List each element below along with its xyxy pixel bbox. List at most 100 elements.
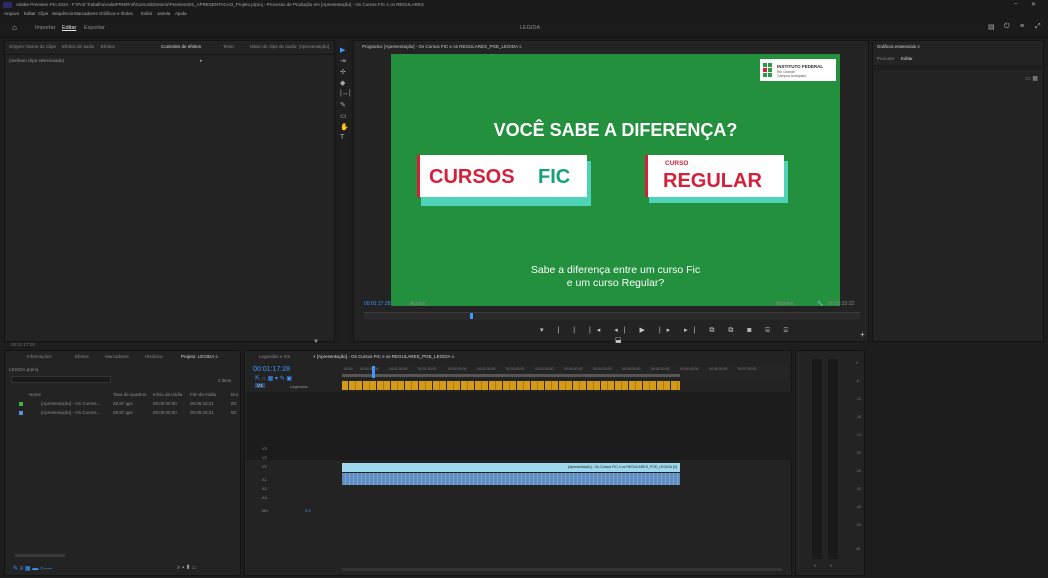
menu-marcadores[interactable]: Marcadores: [74, 11, 98, 16]
tab-controles-efeitos[interactable]: Controles de efeitos: [161, 44, 201, 49]
menu-editar[interactable]: Editar: [24, 11, 36, 16]
caption-track-clips[interactable]: [342, 381, 680, 390]
tab-marcadores[interactable]: Marcadores: [105, 354, 129, 359]
track-a3-header[interactable]: A3: [262, 495, 267, 500]
tab-procurar[interactable]: Procurar: [877, 56, 894, 61]
project-item-name[interactable]: [Apresentação] - Os Cursos...: [41, 401, 109, 406]
tab-importar[interactable]: Importar: [35, 25, 55, 31]
expand-arrow-icon[interactable]: ▸: [200, 58, 203, 64]
program-timecode[interactable]: 00:01:17:28: [364, 301, 390, 307]
audio-meters: 0 -6 -12 -18 -24 -30 -36 -42 -48 -54 dB …: [795, 350, 865, 576]
add-button-icon[interactable]: +: [860, 330, 865, 339]
menu-arquivo[interactable]: Arquivo: [4, 11, 19, 16]
tab-texto[interactable]: Texto: [223, 44, 234, 49]
menu-ajuda[interactable]: Ajuda: [175, 11, 187, 16]
fit-dropdown[interactable]: Ajustar: [410, 301, 426, 307]
track-v1-target[interactable]: V1: [255, 383, 265, 388]
sequence-audio-clip[interactable]: [342, 473, 680, 485]
col-dur[interactable]: Dur: [231, 392, 238, 397]
premiere-logo-icon: [3, 2, 12, 8]
rectangle-tool-icon[interactable]: ▭: [340, 112, 347, 120]
instituto-federal-logo: INSTITUTO FEDERAL Rio Grande Campus Avan…: [760, 59, 836, 81]
menu-clipe[interactable]: Clipe: [38, 11, 48, 16]
tab-efeitos-audio[interactable]: Efeitos de áudio: [62, 44, 94, 49]
tab-sequence[interactable]: × [Apresentação] - Os Cursos FIC e os RE…: [313, 354, 463, 359]
project-item-name[interactable]: [Apresentação] - Os Cursos...: [41, 410, 109, 415]
quick-export-icon[interactable]: ⏻: [1004, 23, 1010, 31]
card-fic-word1: CURSOS: [429, 166, 515, 188]
tab-efeitos-proj[interactable]: Efeitos: [75, 354, 89, 359]
track-a2-header[interactable]: A2: [262, 486, 267, 491]
tab-efeitos[interactable]: Efeitos: [101, 44, 115, 49]
workspaces-icon[interactable]: ▤: [988, 23, 995, 31]
menu-icon[interactable]: ≡: [1020, 23, 1024, 30]
tab-historico[interactable]: Histórico: [145, 354, 163, 359]
subtitle-line-1: Sabe a diferença entre um curso Fic: [530, 264, 701, 276]
col-nome[interactable]: Nome: [29, 392, 41, 397]
tab-projeto[interactable]: Projeto: LEGIDA ≡: [181, 354, 218, 359]
timeline-timecode[interactable]: 00:01:17:28: [253, 366, 290, 373]
filter-icon[interactable]: ▼: [313, 339, 319, 345]
slip-tool-icon[interactable]: |↔|: [340, 90, 351, 97]
menu-exibir[interactable]: Exibir: [141, 11, 152, 16]
pen-tool-icon[interactable]: ✎: [340, 101, 346, 109]
tab-informacoes[interactable]: Informações: [27, 354, 52, 359]
export-frame-icon[interactable]: ⬓: [615, 336, 622, 344]
quality-dropdown[interactable]: Máxima: [776, 301, 794, 307]
tools-panel: ▶ ⇥ ✢ ◆ |↔| ✎ ▭ ✋ T: [337, 40, 351, 342]
ripple-edit-tool-icon[interactable]: ✢: [340, 68, 346, 76]
timeline-scrollbar[interactable]: [342, 568, 782, 571]
close-icon[interactable]: ✕: [1031, 1, 1036, 8]
col-taxa[interactable]: Taxa de quadros: [113, 392, 146, 397]
track-v3-header[interactable]: V3: [262, 446, 267, 451]
timeline-tools-icons[interactable]: ⇱ ∩ ▦ ▾ ✎ ▣: [255, 375, 292, 382]
home-icon[interactable]: ⌂: [12, 23, 17, 32]
fullscreen-icon[interactable]: ⤢: [1035, 23, 1041, 31]
project-panel: Informações Efeitos Marcadores Histórico…: [4, 350, 241, 576]
solo-right[interactable]: S: [830, 564, 832, 568]
title-bar: Adobe Premiere Pro 2024 - F:\Prof Trabal…: [0, 0, 1048, 10]
legendas-track-label: Legendas: [290, 384, 308, 389]
track-a1-header[interactable]: A1: [262, 477, 267, 482]
tab-mixer[interactable]: Mixer de clipe de áudio: [Apresentação]: [250, 44, 330, 49]
menu-janela[interactable]: Janela: [157, 11, 170, 16]
col-fim[interactable]: Fim da mídia: [190, 392, 216, 397]
tab-exportar[interactable]: Exportar: [84, 25, 105, 31]
project-scrollbar[interactable]: [15, 554, 65, 557]
timeline-empty-area: [246, 392, 792, 460]
track-v1-header[interactable]: V1: [262, 464, 267, 469]
sequence-video-clip[interactable]: [Apresentação] - Os Cursos FIC e os REGU…: [342, 463, 680, 472]
razor-tool-icon[interactable]: ◆: [340, 79, 345, 87]
track-v2-header[interactable]: V2: [262, 455, 267, 460]
minimize-icon[interactable]: –: [1014, 1, 1017, 7]
program-video-frame[interactable]: INSTITUTO FEDERAL Rio Grande Campus Avan…: [391, 54, 840, 306]
timeline-ruler[interactable]: 00:00 00:00:30:00 00:01:00:00 00:01:30:0…: [342, 366, 788, 378]
transport-controls[interactable]: ▾ | | |◂ ◂| ▶ |▸ ▸| ⧉ ⧉ ◙ ⌸ ⌺: [540, 326, 794, 335]
eg-view-icon[interactable]: ▭ ▦: [1025, 75, 1038, 82]
project-search-input[interactable]: [11, 376, 111, 383]
playhead[interactable]: [372, 366, 375, 378]
track-select-tool-icon[interactable]: ⇥: [340, 57, 346, 65]
wrench-icon[interactable]: 🔧: [817, 301, 823, 307]
mix-value[interactable]: 0,0: [305, 508, 311, 513]
tab-origem[interactable]: Origem: Nome do Clipe: [9, 44, 56, 49]
tab-editar-eg[interactable]: Editar: [901, 56, 913, 61]
type-tool-icon[interactable]: T: [340, 134, 344, 141]
col-inicio[interactable]: Início da mídia: [153, 392, 182, 397]
project-toolbar-icons[interactable]: ✎ ≡ ▦ ▬ ○──: [13, 565, 52, 572]
menu-graficos[interactable]: Gráficos e títulos: [99, 11, 133, 16]
project-item-count: 2 itens: [218, 378, 232, 383]
selection-tool-icon[interactable]: ▶: [340, 46, 345, 54]
track-mix-header[interactable]: Mix: [262, 508, 268, 513]
hand-tool-icon[interactable]: ✋: [340, 123, 349, 131]
solo-left[interactable]: S: [814, 564, 816, 568]
menu-sequencia[interactable]: Sequência: [52, 11, 73, 16]
card-reg-small: CURSO: [665, 160, 689, 167]
program-scrubber[interactable]: [364, 312, 860, 320]
card-reg-big: REGULAR: [663, 170, 762, 192]
tab-legendas-os[interactable]: Legendas e OS: [259, 354, 290, 359]
tab-editar[interactable]: Editar: [62, 25, 76, 31]
project-bottom-icons[interactable]: ⌕ ▪ ▮ ⌂: [177, 565, 196, 572]
effects-timecode: 00:01:17:28: [11, 342, 35, 347]
program-monitor-title: Programa: [Apresentação] - Os Cursos FIC…: [362, 44, 522, 49]
